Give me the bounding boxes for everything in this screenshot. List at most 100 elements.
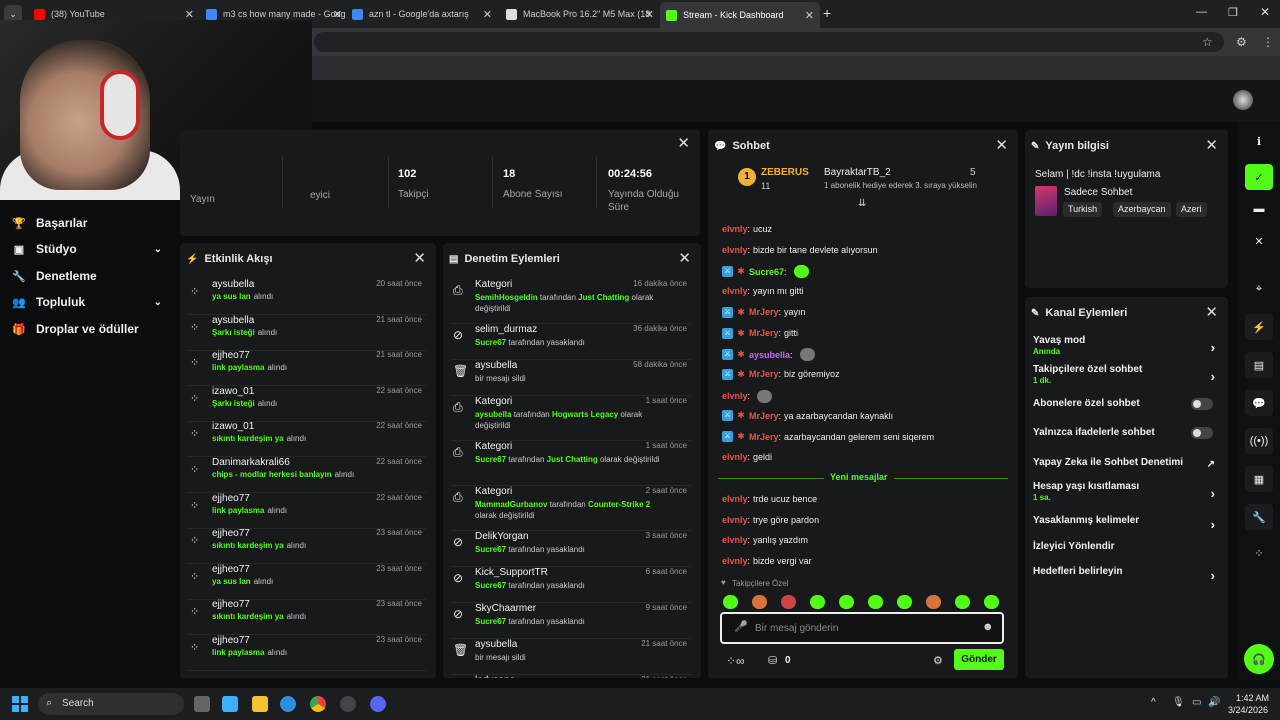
- chat-username[interactable]: Sucre67: [749, 267, 784, 277]
- emote-icon[interactable]: [955, 595, 970, 609]
- stream-title[interactable]: Selam | !dc !insta !uygulama: [1035, 169, 1160, 180]
- edge-icon[interactable]: [280, 696, 296, 712]
- activity-user[interactable]: ejjheo77: [212, 599, 250, 610]
- chat-username[interactable]: MrJery: [749, 432, 779, 442]
- moderation-target[interactable]: aysubella: [475, 639, 517, 650]
- dots-icon[interactable]: ⁘: [1245, 540, 1273, 566]
- leader-name[interactable]: ZEBERUS: [761, 167, 809, 178]
- activity-user[interactable]: izawo_01: [212, 421, 254, 432]
- moderation-target[interactable]: SkyChaarmer: [475, 603, 536, 614]
- browser-tab[interactable]: MacBook Pro 16.2" M5 Max (18 ✕: [500, 4, 660, 24]
- channel-action[interactable]: Hesap yaşı kısıtlaması 1 sa. ›: [1033, 481, 1219, 502]
- emote-icon[interactable]: [799, 348, 815, 362]
- link-icon[interactable]: ⁘∞: [726, 654, 745, 668]
- stream-tag[interactable]: Turkish: [1063, 202, 1103, 217]
- emote-icon[interactable]: [984, 595, 999, 609]
- taskbar-search[interactable]: ⌕ Search: [38, 693, 184, 715]
- chat-username[interactable]: elvnly: [722, 391, 748, 401]
- chevron-right-icon[interactable]: ›: [1211, 340, 1215, 355]
- channel-action[interactable]: Abonelere özel sohbet: [1033, 398, 1219, 410]
- extensions-icon[interactable]: ⚙: [1236, 35, 1247, 49]
- obs-icon[interactable]: [340, 696, 356, 712]
- support-icon[interactable]: 🎧: [1244, 644, 1274, 674]
- moderation-target[interactable]: Kategori: [475, 441, 512, 452]
- broadcast-icon[interactable]: ((•)): [1245, 428, 1273, 454]
- chat-username[interactable]: MrJery: [749, 307, 779, 317]
- activity-user[interactable]: izawo_01: [212, 386, 254, 397]
- chat-username[interactable]: elvnly: [722, 494, 748, 504]
- focus-icon[interactable]: ⌖: [1245, 276, 1273, 302]
- close-icon[interactable]: ✕: [1205, 303, 1218, 321]
- layout-icon[interactable]: ▬: [1245, 196, 1273, 222]
- close-icon[interactable]: ✕: [413, 249, 426, 267]
- close-icon[interactable]: ✕: [995, 136, 1008, 154]
- moderation-target[interactable]: Kategori: [475, 279, 512, 290]
- toggle-switch[interactable]: [1191, 398, 1213, 410]
- activity-user[interactable]: aysubella: [212, 315, 254, 326]
- chat-icon[interactable]: 💬: [1245, 390, 1273, 416]
- activity-user[interactable]: aysubella: [212, 279, 254, 290]
- chevron-right-icon[interactable]: ›: [1211, 568, 1215, 583]
- emote-icon[interactable]: [757, 389, 773, 403]
- send-button[interactable]: Gönder: [954, 649, 1004, 670]
- stats-icon[interactable]: ▦: [1245, 466, 1273, 492]
- nav-item-drops[interactable]: 🎁 Droplar ve ödüller: [12, 322, 162, 336]
- chevron-right-icon[interactable]: ›: [1211, 517, 1215, 532]
- chat-input-box[interactable]: 🎤 Bir mesaj gönderin ☻: [720, 612, 1004, 644]
- channel-action[interactable]: Takipçilere özel sohbet 1 dk. ›: [1033, 364, 1219, 385]
- activity-user[interactable]: Danimarkakrali66: [212, 457, 290, 468]
- emote-icon[interactable]: [752, 595, 767, 609]
- chat-username[interactable]: MrJery: [749, 328, 779, 338]
- stream-tag[interactable]: Azerbaycan: [1113, 202, 1171, 217]
- emoji-icon[interactable]: ☻: [982, 621, 994, 633]
- chat-username[interactable]: elvnly: [722, 515, 748, 525]
- browser-menu-icon[interactable]: ⋮: [1262, 35, 1274, 49]
- external-link-icon[interactable]: ↗: [1207, 459, 1215, 470]
- nav-item-moderation[interactable]: 🔧 Denetleme: [12, 269, 162, 283]
- network-icon[interactable]: ▭: [1192, 697, 1201, 708]
- close-icon[interactable]: ✕: [677, 134, 690, 152]
- tab-close-icon[interactable]: ✕: [645, 8, 654, 21]
- chat-username[interactable]: elvnly: [722, 452, 748, 462]
- pin-icon[interactable]: ⇊: [858, 198, 866, 209]
- chat-username[interactable]: MrJery: [749, 411, 779, 421]
- chat-username[interactable]: elvnly: [722, 286, 748, 296]
- tab-close-icon[interactable]: ✕: [333, 8, 342, 21]
- chat-username[interactable]: elvnly: [722, 535, 748, 545]
- discord-icon[interactable]: [370, 696, 386, 712]
- chat-settings-icon[interactable]: ⚙: [933, 654, 943, 667]
- channel-action[interactable]: Yalnızca ifadelerle sohbet: [1033, 427, 1219, 439]
- tray-chevron-icon[interactable]: ^: [1151, 697, 1156, 708]
- document-icon[interactable]: ▤: [1245, 352, 1273, 378]
- new-tab-button[interactable]: +: [823, 5, 831, 21]
- minimize-icon[interactable]: —: [1196, 6, 1207, 18]
- wrench-icon[interactable]: 🔧: [1245, 504, 1273, 530]
- second-name[interactable]: BayraktarTB_2: [824, 167, 891, 178]
- moderation-target[interactable]: ladysona: [475, 675, 515, 678]
- close-icon[interactable]: ✕: [1205, 136, 1218, 154]
- emote-icon[interactable]: [723, 595, 738, 609]
- channel-action[interactable]: Hedefleri belirleyin ›: [1033, 566, 1219, 583]
- tab-close-icon[interactable]: ✕: [185, 8, 194, 21]
- chrome-icon[interactable]: [310, 696, 326, 712]
- browser-tab[interactable]: Stream - Kick Dashboard ✕: [660, 2, 820, 28]
- channel-action[interactable]: Yasaklanmış kelimeler ›: [1033, 515, 1219, 532]
- close-icon[interactable]: ✕: [678, 249, 691, 267]
- moderation-target[interactable]: aysubella: [475, 360, 517, 371]
- channel-action[interactable]: İzleyici Yönlendir: [1033, 541, 1219, 552]
- widgets-icon[interactable]: [222, 696, 238, 712]
- activity-user[interactable]: ejjheo77: [212, 528, 250, 539]
- tab-close-icon[interactable]: ✕: [805, 9, 814, 22]
- nav-item-studio[interactable]: ▣ Stüdyo ⌄: [12, 242, 162, 256]
- check-icon[interactable]: ✓: [1245, 164, 1273, 190]
- channel-action[interactable]: Yapay Zeka ile Sohbet Denetimi ↗: [1033, 457, 1219, 470]
- moderation-target[interactable]: Kick_SupportTR: [475, 567, 548, 578]
- close-window-icon[interactable]: ✕: [1260, 5, 1270, 19]
- activity-user[interactable]: ejjheo77: [212, 635, 250, 646]
- chat-input-placeholder[interactable]: Bir mesaj gönderin: [755, 623, 838, 634]
- emote-icon[interactable]: [793, 265, 809, 279]
- stream-tag[interactable]: Azeri: [1176, 202, 1207, 217]
- microphone-icon[interactable]: 🎤: [734, 620, 748, 633]
- clock-time[interactable]: 1:42 AM: [1236, 693, 1269, 703]
- activity-user[interactable]: ejjheo77: [212, 564, 250, 575]
